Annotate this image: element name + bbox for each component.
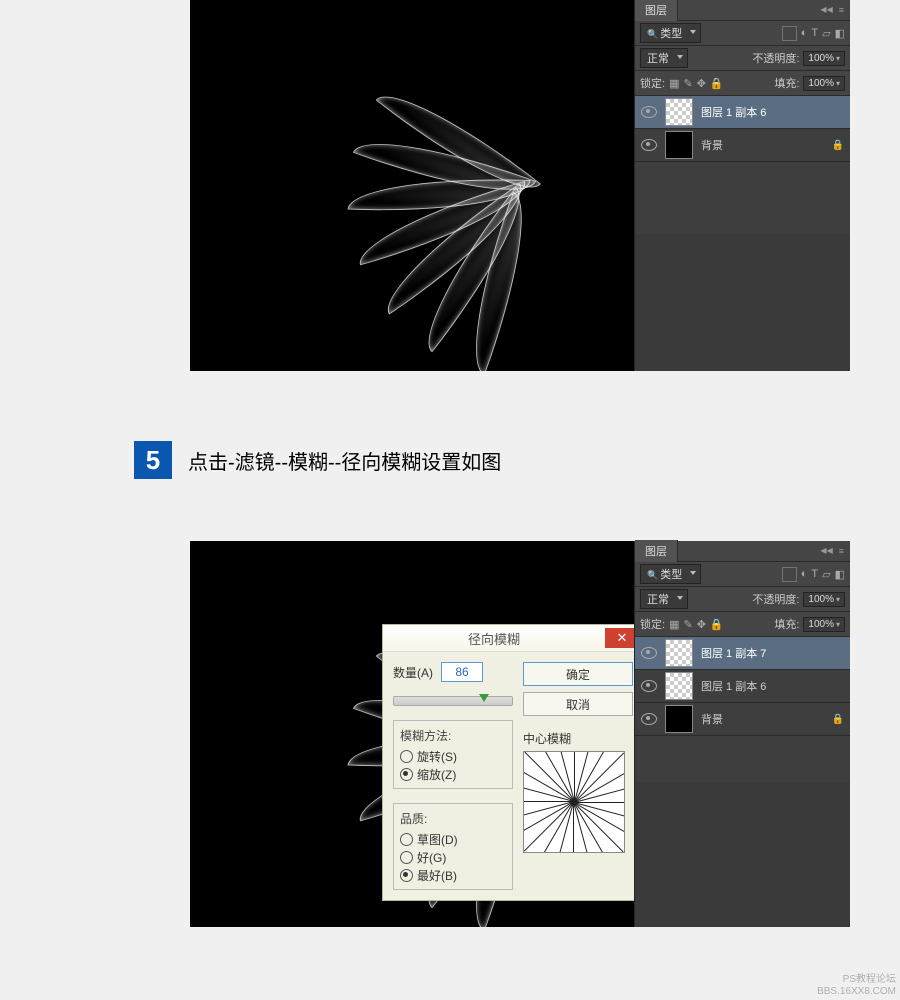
lock-paint-icon[interactable]: ✎ xyxy=(683,77,692,90)
layer-thumbnail xyxy=(665,705,693,733)
step-row: 5 点击-滤镜--模糊--径向模糊设置如图 xyxy=(134,441,501,479)
blend-mode-select[interactable]: 正常 xyxy=(640,48,688,68)
panel-tab[interactable]: 图层 xyxy=(635,0,678,21)
visibility-icon[interactable] xyxy=(641,713,657,725)
ok-button[interactable]: 确定 xyxy=(523,662,633,686)
fill-value[interactable]: 100%▾ xyxy=(803,76,845,91)
layers-panel-1: 图层 ◀◀ ≡ 🔍类型 ◐ T ▱ ◧ 正常 不透明度: 100 xyxy=(634,0,850,371)
lock-move-icon[interactable]: ✥ xyxy=(697,77,706,90)
watermark: PS教程论坛 BBS.16XX8.COM xyxy=(817,974,896,998)
opacity-value[interactable]: 100%▾ xyxy=(803,592,845,607)
step-number: 5 xyxy=(134,441,172,479)
close-icon[interactable]: ✕ xyxy=(605,628,634,648)
filter-adjust-icon[interactable]: ◐ xyxy=(801,568,808,580)
visibility-icon[interactable] xyxy=(641,647,657,659)
lock-icon: 🔒 xyxy=(832,140,844,151)
step-text: 点击-滤镜--模糊--径向模糊设置如图 xyxy=(188,446,501,475)
fill-value[interactable]: 100%▾ xyxy=(803,617,845,632)
visibility-icon[interactable] xyxy=(641,680,657,692)
layer-row[interactable]: 图层 1 副本 6 xyxy=(635,96,850,129)
method-zoom-radio[interactable]: 缩放(Z) xyxy=(400,766,506,783)
filter-pixel-icon[interactable] xyxy=(782,26,797,41)
lock-icon: 🔒 xyxy=(832,714,844,725)
lock-transparent-icon[interactable]: ▦ xyxy=(669,77,679,90)
amount-label: 数量(A) xyxy=(393,664,433,681)
lock-all-icon[interactable]: 🔒 xyxy=(710,77,724,90)
blend-mode-select[interactable]: 正常 xyxy=(640,589,688,609)
layer-name: 图层 1 副本 6 xyxy=(701,678,766,694)
filter-smart-icon[interactable]: ◧ xyxy=(835,568,845,581)
cancel-button[interactable]: 取消 xyxy=(523,692,633,716)
lock-paint-icon[interactable]: ✎ xyxy=(683,618,692,631)
screenshot-2: 径向模糊 ✕ 数量(A) 86 模糊方法: 旋转( xyxy=(190,541,850,927)
filter-smart-icon[interactable]: ◧ xyxy=(835,27,845,40)
dialog-title: 径向模糊 xyxy=(383,629,605,648)
lock-label: 锁定: xyxy=(640,75,665,91)
canvas-1 xyxy=(190,0,634,371)
filter-type-icon[interactable]: T xyxy=(811,27,818,39)
amount-input[interactable]: 86 xyxy=(441,662,483,682)
quality-good-radio[interactable]: 好(G) xyxy=(400,849,506,866)
quality-best-radio[interactable]: 最好(B) xyxy=(400,867,506,884)
opacity-label: 不透明度: xyxy=(752,50,799,66)
filter-shape-icon[interactable]: ▱ xyxy=(822,27,830,40)
layer-row[interactable]: 图层 1 副本 6 xyxy=(635,670,850,703)
filter-shape-icon[interactable]: ▱ xyxy=(822,568,830,581)
panel-menu-icon[interactable]: ≡ xyxy=(839,5,844,15)
filter-pixel-icon[interactable] xyxy=(782,567,797,582)
filter-type-select[interactable]: 🔍类型 xyxy=(640,564,701,584)
layer-thumbnail xyxy=(665,672,693,700)
method-spin-radio[interactable]: 旋转(S) xyxy=(400,748,506,765)
fill-label: 填充: xyxy=(774,75,799,91)
layer-thumbnail xyxy=(665,639,693,667)
lock-move-icon[interactable]: ✥ xyxy=(697,618,706,631)
panel-menu-icon[interactable]: ≡ xyxy=(839,546,844,556)
layer-row[interactable]: 背景 🔒 xyxy=(635,129,850,162)
layer-row[interactable]: 图层 1 副本 7 xyxy=(635,637,850,670)
layer-name: 图层 1 副本 6 xyxy=(701,104,766,120)
filter-type-icon[interactable]: T xyxy=(811,568,818,580)
layer-thumbnail xyxy=(665,98,693,126)
filter-type-select[interactable]: 🔍类型 xyxy=(640,23,701,43)
layers-panel-2: 图层 ◀◀ ≡ 🔍类型 ◐ T ▱ ◧ 正常 不透明度: 100 xyxy=(634,541,850,927)
screenshot-1: 图层 ◀◀ ≡ 🔍类型 ◐ T ▱ ◧ 正常 不透明度: 100 xyxy=(190,0,850,371)
canvas-2: 径向模糊 ✕ 数量(A) 86 模糊方法: 旋转( xyxy=(190,541,634,927)
wing-graphic xyxy=(260,35,560,335)
quality-group: 品质: 草图(D) 好(G) 最好(B) xyxy=(393,803,513,890)
lock-label: 锁定: xyxy=(640,616,665,632)
visibility-icon[interactable] xyxy=(641,139,657,151)
amount-slider[interactable] xyxy=(393,692,513,706)
center-label: 中心模糊 xyxy=(523,730,633,747)
lock-all-icon[interactable]: 🔒 xyxy=(710,618,724,631)
method-group: 模糊方法: 旋转(S) 缩放(Z) xyxy=(393,720,513,789)
panel-tab[interactable]: 图层 xyxy=(635,540,678,562)
layer-name: 背景 xyxy=(701,711,723,727)
filter-adjust-icon[interactable]: ◐ xyxy=(801,27,808,39)
fill-label: 填充: xyxy=(774,616,799,632)
layer-name: 背景 xyxy=(701,137,723,153)
blur-center-preview[interactable] xyxy=(523,751,625,853)
opacity-label: 不透明度: xyxy=(752,591,799,607)
lock-transparent-icon[interactable]: ▦ xyxy=(669,618,679,631)
visibility-icon[interactable] xyxy=(641,106,657,118)
quality-draft-radio[interactable]: 草图(D) xyxy=(400,831,506,848)
radial-blur-dialog: 径向模糊 ✕ 数量(A) 86 模糊方法: 旋转( xyxy=(382,624,634,901)
layer-thumbnail xyxy=(665,131,693,159)
layer-row[interactable]: 背景 🔒 xyxy=(635,703,850,736)
layer-name: 图层 1 副本 7 xyxy=(701,645,766,661)
opacity-value[interactable]: 100%▾ xyxy=(803,51,845,66)
